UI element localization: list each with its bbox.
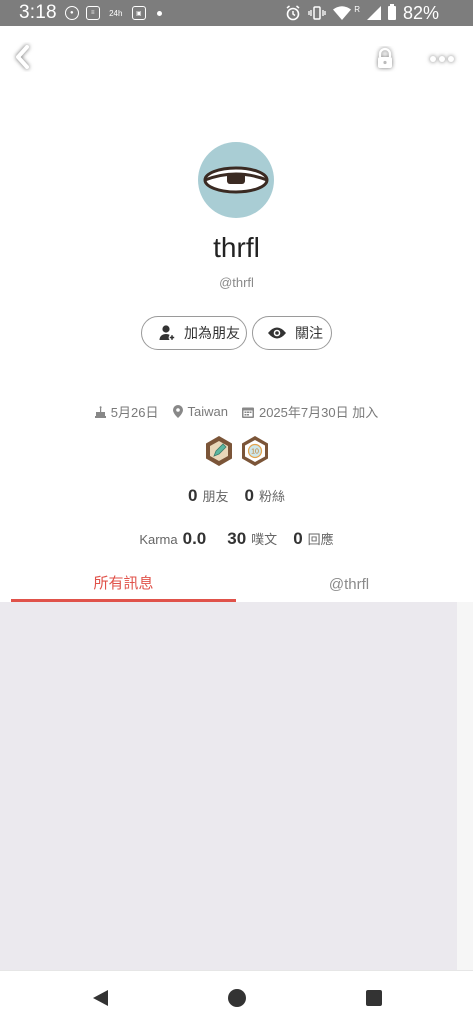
more-notifications-dot (156, 10, 162, 16)
battery-icon (387, 4, 396, 20)
alarm-icon (286, 5, 300, 21)
feed-scrollbar[interactable] (457, 602, 473, 970)
username: @thrfl (219, 275, 254, 290)
plurks-label: 噗文 (251, 532, 278, 547)
add-user-icon (159, 325, 176, 341)
tab-mentions[interactable]: @thrfl (236, 566, 462, 602)
ten-badge-icon[interactable]: 10 (240, 435, 270, 467)
tab-all-messages[interactable]: 所有訊息 (11, 566, 236, 602)
karma-label: Karma (139, 532, 178, 547)
cake-icon (94, 405, 106, 418)
profile-meta: 5月26日 Taiwan 2025年7月30日 加入 (0, 402, 473, 421)
line-icon: ● (64, 6, 79, 20)
fans-count: 0 (244, 486, 254, 505)
fans-label: 粉絲 (258, 489, 285, 504)
location: Taiwan (172, 404, 228, 419)
sleepy-eye-icon (203, 166, 269, 194)
eye-icon (268, 327, 286, 339)
plurks-count: 30 (227, 529, 247, 548)
news-icon: ≡ (85, 6, 100, 20)
home-circle-icon[interactable] (225, 986, 249, 1010)
map-pin-icon (172, 405, 183, 418)
24h-icon: 24h (109, 8, 123, 18)
karma-value: 0.0 (182, 529, 207, 548)
add-friend-button[interactable]: 加為朋友 (141, 316, 247, 350)
replies-label: 回應 (307, 532, 334, 547)
follow-button[interactable]: 關注 (252, 316, 332, 350)
avatar[interactable] (198, 142, 274, 218)
join-date: 2025年7月30日 加入 (241, 402, 379, 421)
birthday: 5月26日 (94, 402, 159, 421)
badges: 10 (0, 435, 473, 467)
vibrate-icon (308, 6, 326, 20)
wifi-icon (333, 6, 352, 20)
activity-stats: Karma 0.0 30 噗文 0 回應 (0, 529, 473, 549)
more-dots-icon[interactable] (425, 46, 459, 72)
join-date-text: 2025年7月30日 加入 (258, 405, 379, 420)
battery-percent: 82% (402, 2, 439, 23)
system-icons: R 82% (285, 0, 439, 26)
roaming-indicator: R (354, 4, 360, 14)
app-header (0, 26, 473, 90)
add-friend-label: 加為朋友 (184, 325, 240, 341)
friends-stat[interactable]: 0 朋友 (188, 486, 228, 506)
back-triangle-icon[interactable] (88, 986, 112, 1010)
location-text: Taiwan (187, 404, 228, 419)
back-chevron-icon[interactable] (10, 42, 36, 72)
status-time: 3:18 (19, 2, 57, 23)
follow-label: 關注 (295, 325, 323, 341)
status-bar: 3:18 ● ≡ 24h ▣ R 82% (0, 0, 473, 26)
ten-badge-label: 10 (251, 449, 259, 456)
recents-square-icon[interactable] (362, 986, 386, 1010)
friends-count: 0 (188, 486, 198, 505)
notification-icons: ● ≡ 24h ▣ (64, 6, 162, 20)
system-nav-bar (0, 970, 473, 1025)
plurks-stat: 30 噗文 (227, 529, 277, 549)
friends-stats: 0 朋友 0 粉絲 (0, 486, 473, 506)
replies-stat: 0 回應 (293, 529, 333, 549)
fans-stat[interactable]: 0 粉絲 (245, 486, 285, 506)
friends-label: 朋友 (202, 489, 229, 504)
display-name: thrfl (213, 232, 260, 263)
profile-tabs: 所有訊息 @thrfl (0, 566, 473, 603)
birthday-text: 5月26日 (110, 405, 159, 420)
replies-count: 0 (293, 529, 303, 548)
karma-stat: Karma 0.0 (139, 529, 211, 549)
screenshot-icon: ▣ (131, 6, 146, 20)
timeline-feed[interactable] (0, 602, 457, 970)
pencil-badge-icon[interactable] (204, 435, 234, 467)
calendar-icon (241, 407, 254, 418)
lock-icon[interactable] (372, 46, 398, 72)
signal-icon (366, 6, 381, 20)
